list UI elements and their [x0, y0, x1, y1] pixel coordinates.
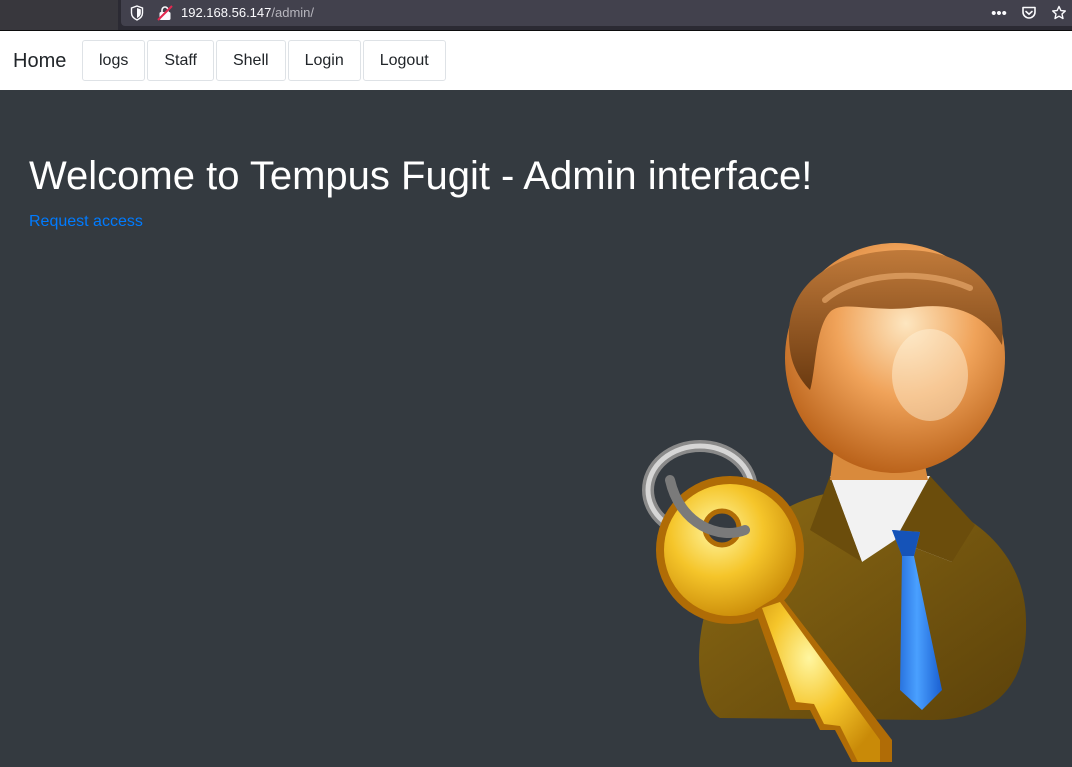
insecure-lock-icon[interactable]: [157, 5, 173, 21]
url-host: 192.168.56.147: [181, 5, 272, 20]
nav-button-logs[interactable]: logs: [82, 40, 146, 81]
browser-toolbar: 192.168.56.147/admin/ •••: [0, 0, 1072, 31]
address-bar[interactable]: 192.168.56.147/admin/ •••: [121, 0, 1072, 26]
bookmark-star-icon[interactable]: [1050, 4, 1068, 22]
admin-key-illustration: [630, 240, 1050, 762]
nav-button-logout[interactable]: Logout: [362, 40, 446, 81]
url-path: /admin/: [271, 5, 315, 20]
site-navbar: Home logs Staff Shell Login Logout: [0, 31, 1072, 90]
browser-toolbar-left: [0, 0, 118, 31]
shield-icon[interactable]: [130, 5, 144, 21]
pocket-icon[interactable]: [1020, 4, 1038, 22]
nav-button-shell[interactable]: Shell: [215, 40, 286, 81]
nav-buttons: logs Staff Shell Login Logout: [82, 40, 446, 81]
navbar-brand-home[interactable]: Home: [13, 50, 66, 73]
url-actions: •••: [990, 2, 1072, 24]
url-text[interactable]: 192.168.56.147/admin/: [181, 5, 314, 20]
more-actions-icon[interactable]: •••: [990, 4, 1008, 22]
nav-button-staff[interactable]: Staff: [147, 40, 214, 81]
page-title: Welcome to Tempus Fugit - Admin interfac…: [29, 154, 813, 198]
request-access-link[interactable]: Request access: [29, 213, 143, 231]
nav-button-login[interactable]: Login: [287, 40, 361, 81]
